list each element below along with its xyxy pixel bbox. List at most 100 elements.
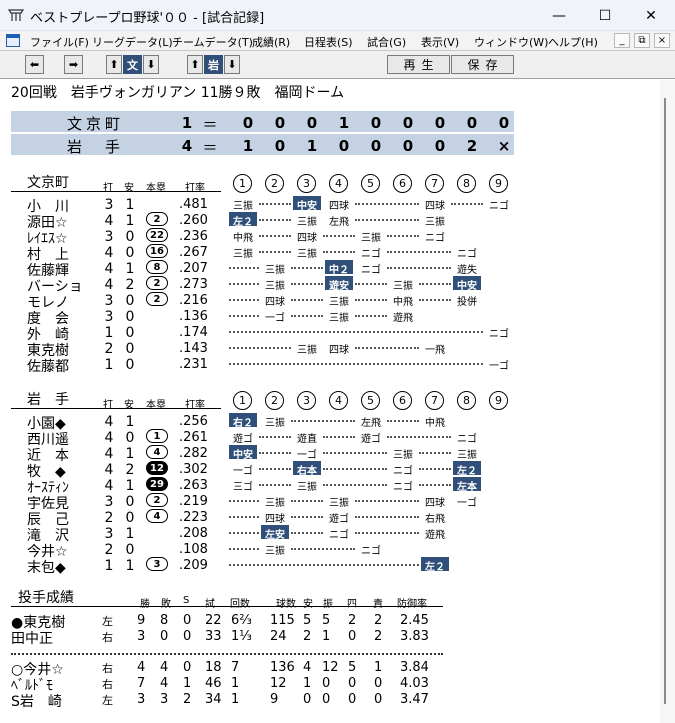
plate-appearance-inning-1: 左２ (229, 212, 257, 228)
prev-game-button[interactable]: ⬅ (25, 55, 44, 74)
plate-appearance-connector (259, 219, 291, 221)
pitcher-w: 9 (137, 613, 146, 628)
batter-row[interactable]: 東克樹 2 0.143 三振 四球 一飛 (0, 340, 660, 359)
pitcher-k: 0 (322, 676, 331, 691)
close-button[interactable]: ✕ (628, 0, 674, 31)
menu-game[interactable]: 試合(G) (367, 34, 406, 50)
document-window-icon[interactable] (6, 34, 20, 47)
away-team-button[interactable]: 文 (123, 55, 142, 74)
linescore-team: 文京町 (67, 115, 125, 133)
inning-header-9: 9 (489, 391, 508, 410)
batter-at-bats: 1 (104, 357, 114, 373)
batter-average: .263 (179, 478, 208, 493)
pitcher-l: 4 (160, 676, 169, 691)
batter-row[interactable]: 村 上 4 0 16.267 三振 三振 ニゴ ニゴ (0, 244, 660, 263)
inning-header-1: 1 (233, 174, 252, 193)
menu-records[interactable]: 成績(R) (252, 34, 290, 50)
pitcher-h: 0 (303, 692, 312, 707)
pitcher-bb: 0 (348, 629, 357, 644)
scrollbar-thumb[interactable] (664, 98, 666, 704)
linescore-inning-4: 1 (338, 114, 350, 132)
batter-row[interactable]: バーショ 4 2 2.273 三振 遊安 三振 中安 (0, 276, 660, 295)
batter-home-runs: 2 (146, 292, 168, 306)
next-game-button[interactable]: ➡ (64, 55, 83, 74)
batter-row[interactable]: 佐藤輝 4 1 8.207 三振 中２ ニゴ 遊失 (0, 260, 660, 279)
batter-at-bats: 3 (104, 293, 114, 309)
plate-appearance-connector (387, 267, 451, 269)
pitcher-row[interactable]: S岩 崎左 3 3 2 34 1 9 0 0 0 0 3.47 (0, 691, 660, 710)
batter-row[interactable]: 小園◆ 4 1.256 右２ 三振 左飛 中飛 (0, 413, 660, 432)
inning-header-2: 2 (265, 174, 284, 193)
pitcher-row[interactable]: ●東克樹左 9 8 0 22 6⅔ 115 5 5 2 2 2.45 (0, 612, 660, 631)
linescore-inning-1: 1 (242, 137, 254, 155)
batter-row[interactable]: モレノ 3 0 2.216 四球 三振 中飛 投併 (0, 292, 660, 311)
home-scroll-up-button[interactable]: ⬆ (187, 55, 203, 74)
batter-at-bats: 2 (104, 341, 114, 357)
plate-appearance-connector (259, 484, 291, 486)
col-avg: 打率 (185, 400, 205, 411)
batter-row[interactable]: 度 会 3 0.136 一ゴ 三振 遊飛 (0, 308, 660, 327)
home-team-button[interactable]: 岩 (204, 55, 223, 74)
menu-view[interactable]: 表示(V) (421, 34, 459, 50)
plate-appearance-connector (291, 315, 323, 317)
batter-row[interactable]: 今井☆ 2 0.108 三振 ニゴ (0, 541, 660, 560)
batter-row[interactable]: 西川遥 4 0 1.261 遊ゴ 遊直 遊ゴ ニゴ (0, 429, 660, 448)
minimize-button[interactable]: — (536, 0, 582, 31)
maximize-button[interactable]: ☐ (582, 0, 628, 31)
menu-help[interactable]: ヘルプ(H) (548, 34, 598, 50)
pitcher-row[interactable]: ﾍﾞﾙﾄﾞﾓ右 7 4 1 46 1 12 1 0 0 0 4.03 (0, 675, 660, 694)
col-hr: 本塁 (146, 183, 166, 194)
plate-appearance-inning-6: 三振 (393, 450, 413, 461)
pitcher-ip: 1⅓ (231, 629, 252, 644)
pitcher-er: 0 (374, 692, 383, 707)
batter-row[interactable]: ｵｰｽﾃｨﾝ 4 1 29.263 三ゴ 三振 ニゴ 左本 (0, 477, 660, 496)
batter-row[interactable]: 佐藤都 1 0 .231 一ゴ (0, 356, 660, 375)
plate-appearance-connector (419, 299, 451, 301)
batter-home-runs: 3 (146, 557, 168, 571)
pitcher-row[interactable]: 田中正右 3 0 0 33 1⅓ 24 2 1 0 2 3.83 (0, 628, 660, 647)
home-scroll-down-button[interactable]: ⬇ (224, 55, 240, 74)
batter-row[interactable]: 近 本 4 1 4.282 中安 一ゴ 三振 三振 (0, 445, 660, 464)
batter-row[interactable]: 滝 沢 3 1.208 左安 ニゴ 遊飛 (0, 525, 660, 544)
menu-team-data[interactable]: チームデータ(T) (172, 34, 253, 50)
plate-appearance-connector (229, 331, 483, 333)
pitching-separator (11, 653, 443, 655)
batter-row[interactable]: 牧 ◆ 4 2 12.302 一ゴ 右本 ニゴ 左２ (0, 461, 660, 480)
batter-row[interactable]: 末包◆ 1 1 3.209 左２ (0, 557, 660, 576)
vertical-scrollbar[interactable] (660, 80, 675, 723)
mdi-minimize-button[interactable]: _ (614, 33, 630, 48)
pitcher-s: 0 (183, 629, 192, 644)
batter-row[interactable]: 小 川 3 1.481 三振 中安 四球 四球 ニゴ (0, 196, 660, 215)
pitching-col-8: 四 (347, 599, 357, 610)
save-button[interactable]: 保存 (451, 55, 514, 74)
menu-file[interactable]: ファイル(F) (30, 34, 89, 50)
batter-home-runs: 8 (146, 260, 168, 274)
batter-average: .282 (179, 446, 208, 461)
menu-league-data[interactable]: リーグデータ(L) (92, 34, 173, 50)
batter-row[interactable]: 外 崎 1 0.174 ニゴ (0, 324, 660, 343)
batter-home-runs: 1 (146, 429, 168, 443)
play-button[interactable]: 再生 (387, 55, 450, 74)
pitcher-g: 22 (205, 613, 222, 628)
pitcher-hand: 右 (102, 631, 113, 644)
plate-appearance-inning-3: 遊直 (297, 434, 317, 445)
away-scroll-down-button[interactable]: ⬇ (143, 55, 159, 74)
pitcher-row[interactable]: ○今井☆ 右 4 4 0 18 7 136 4 12 5 1 3.84 (0, 659, 660, 678)
mdi-close-button[interactable]: × (654, 33, 670, 48)
plate-appearance-inning-3: 中安 (293, 196, 321, 212)
batter-row[interactable]: 源田☆ 4 1 2.260 左２ 三振 左飛 三振 (0, 212, 660, 231)
batter-row[interactable]: 辰 己 2 0 4.223 四球 遊ゴ 右飛 (0, 509, 660, 528)
mdi-restore-button[interactable]: ⧉ (634, 33, 650, 48)
menu-window[interactable]: ウィンドウ(W) (474, 34, 548, 50)
menu-schedule[interactable]: 日程表(S) (304, 34, 353, 50)
plate-appearance-inning-2: 四球 (265, 514, 285, 525)
batter-row[interactable]: ﾚｲｴｽ☆ 3 0 22.236 中飛 四球 三振 ニゴ (0, 228, 660, 247)
plate-appearance-inning-7: ニゴ (425, 233, 445, 244)
inning-header-2: 2 (265, 391, 284, 410)
pitcher-hand: 左 (102, 694, 113, 707)
away-scroll-up-button[interactable]: ⬆ (106, 55, 122, 74)
pitching-col-5: 球数 (276, 599, 296, 610)
batter-row[interactable]: 宇佐見 3 0 2.219 三振 三振 四球 一ゴ (0, 493, 660, 512)
linescore-team: 岩 手 (67, 138, 125, 156)
plate-appearance-connector (419, 468, 451, 470)
